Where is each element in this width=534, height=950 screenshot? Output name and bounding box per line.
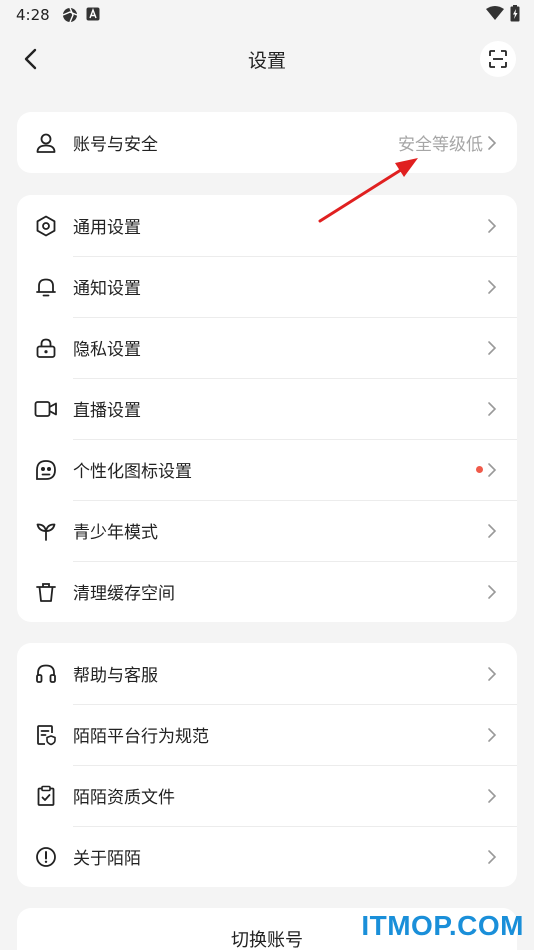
chevron-right-icon	[488, 462, 497, 477]
chevron-right-icon	[488, 788, 497, 803]
settings-item-label: 通用设置	[73, 218, 141, 238]
support-item-label: 帮助与客服	[73, 666, 158, 686]
security-level-value: 安全等级低	[398, 135, 483, 155]
settings-item-clear-cache[interactable]: 清理缓存空间	[17, 561, 517, 622]
chevron-left-icon	[24, 48, 37, 70]
chevron-right-icon	[488, 727, 497, 742]
support-item-qualification[interactable]: 陌陌资质文件	[17, 765, 517, 826]
watermark-logo: ITMOP.COM	[361, 910, 524, 941]
chevron-right-icon	[488, 584, 497, 599]
support-item-about[interactable]: 关于陌陌	[17, 826, 517, 887]
trash-icon	[34, 580, 58, 604]
chevron-right-icon	[488, 218, 497, 233]
settings-item-label: 清理缓存空间	[73, 584, 175, 604]
info-circle-icon	[34, 845, 58, 869]
settings-card: 通用设置 通知设置 隐私设置 直播设置 个性化图标设置 青少年模式 清理缓存空间	[17, 195, 517, 622]
settings-item-custom-icon[interactable]: 个性化图标设置	[17, 439, 517, 500]
chevron-right-icon	[488, 135, 497, 150]
headset-icon	[34, 662, 58, 686]
scan-icon	[489, 50, 507, 68]
lock-icon	[34, 336, 58, 360]
support-card: 帮助与客服 陌陌平台行为规范 陌陌资质文件 关于陌陌	[17, 643, 517, 887]
chevron-right-icon	[488, 666, 497, 681]
switch-account-label: 切换账号	[231, 930, 303, 950]
support-item-label: 陌陌平台行为规范	[73, 727, 209, 747]
settings-item-notification[interactable]: 通知设置	[17, 256, 517, 317]
wifi-icon	[486, 6, 504, 24]
chevron-right-icon	[488, 340, 497, 355]
account-security-label: 账号与安全	[73, 135, 158, 155]
support-item-help[interactable]: 帮助与客服	[17, 643, 517, 704]
back-button[interactable]	[14, 42, 46, 76]
chevron-right-icon	[488, 401, 497, 416]
bell-icon	[34, 275, 58, 299]
settings-item-label: 直播设置	[73, 401, 141, 421]
person-icon	[34, 131, 58, 155]
app-bar: 设置	[0, 30, 534, 88]
chevron-right-icon	[488, 279, 497, 294]
account-card: 账号与安全 安全等级低	[17, 112, 517, 173]
sprout-icon	[34, 519, 58, 543]
page-title: 设置	[247, 49, 286, 72]
settings-item-live[interactable]: 直播设置	[17, 378, 517, 439]
support-item-rules[interactable]: 陌陌平台行为规范	[17, 704, 517, 765]
clipboard-check-icon	[34, 784, 58, 808]
chevron-right-icon	[488, 523, 497, 538]
settings-item-label: 个性化图标设置	[73, 462, 192, 482]
app-a-icon	[86, 7, 102, 23]
face-icon	[34, 458, 58, 482]
settings-item-privacy[interactable]: 隐私设置	[17, 317, 517, 378]
video-camera-icon	[34, 397, 58, 421]
chevron-right-icon	[488, 849, 497, 864]
status-bar: 4:28	[0, 0, 534, 30]
support-item-label: 陌陌资质文件	[73, 788, 175, 808]
settings-item-label: 青少年模式	[73, 523, 158, 543]
support-item-label: 关于陌陌	[73, 849, 141, 869]
account-security-row[interactable]: 账号与安全 安全等级低	[17, 112, 517, 173]
settings-item-general[interactable]: 通用设置	[17, 195, 517, 256]
new-badge-dot	[476, 466, 483, 473]
settings-item-label: 通知设置	[73, 279, 141, 299]
status-time: 4:28	[16, 6, 50, 24]
scan-button[interactable]	[480, 41, 516, 77]
settings-item-label: 隐私设置	[73, 340, 141, 360]
settings-item-teen-mode[interactable]: 青少年模式	[17, 500, 517, 561]
battery-icon	[510, 4, 520, 26]
aperture-icon	[62, 7, 78, 23]
hexagon-settings-icon	[34, 214, 58, 238]
document-shield-icon	[34, 723, 58, 747]
